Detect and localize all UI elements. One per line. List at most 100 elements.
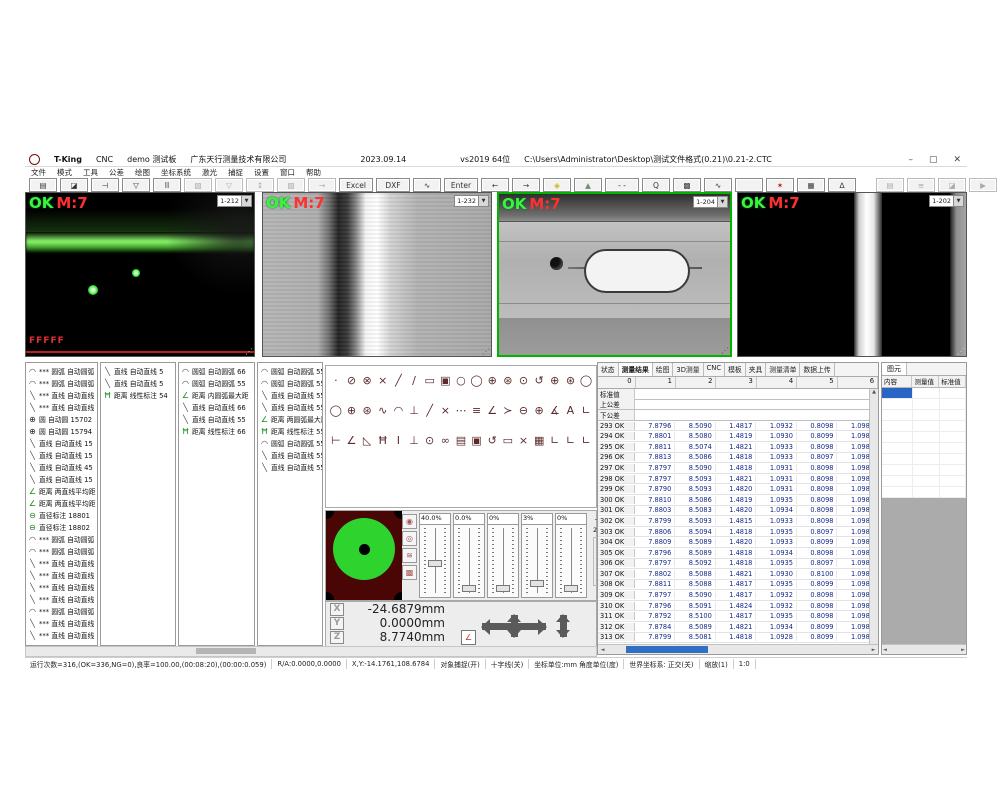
toolbox-tool-icon[interactable]: × (437, 402, 453, 418)
camera-2-range-dropdown[interactable]: 1-232▼ (454, 195, 489, 207)
toolbox-tool-icon[interactable]: ∿ (375, 402, 391, 418)
toolbox-tool-icon[interactable]: × (516, 432, 532, 448)
toolbox-tool-icon[interactable]: ∞ (437, 432, 453, 448)
chart-button[interactable]: ∆ (828, 178, 856, 192)
toolbox-tool-icon[interactable]: ╱ (422, 402, 438, 418)
toolbox-tool-icon[interactable]: ⊖ (516, 402, 532, 418)
camera-1-range-dropdown[interactable]: 1-212▼ (217, 195, 252, 207)
toolbox-tool-icon[interactable]: ◯ (578, 372, 594, 388)
measure-list-item[interactable]: ⊖直径标注 18801 (26, 509, 97, 521)
measure-list-item[interactable]: ╲直线 自动直线 55 (258, 461, 322, 473)
element-row[interactable] (882, 410, 966, 421)
column-header[interactable]: 4 (757, 377, 797, 388)
light-bulb-button[interactable]: ◈ (543, 178, 571, 192)
table-row[interactable]: 306 OK7.87978.50921.48181.09350.80971.09… (598, 559, 878, 570)
column-header[interactable]: 2 (676, 377, 716, 388)
resize-grip-icon[interactable]: ⋰ (721, 346, 729, 355)
save-button[interactable]: ▤ (29, 178, 57, 192)
measure-list-item[interactable]: ╲直线 自动直线 55 (179, 413, 254, 425)
column-header[interactable]: 5 (797, 377, 837, 388)
element-row[interactable] (882, 421, 966, 432)
save2-button[interactable]: ▤ (876, 178, 904, 192)
table-row[interactable]: 303 OK7.88068.50941.48181.09350.80971.09… (598, 527, 878, 538)
measure-list-item[interactable]: ◠*** 圆弧 自动圆弧 (26, 545, 97, 557)
measure-list-item[interactable]: ◠圆弧 自动圆弧 66 (179, 365, 254, 377)
measure-list-item[interactable]: ╲*** 直线 自动直线 (26, 569, 97, 581)
workspace-horizontal-scrollbar[interactable] (25, 646, 597, 657)
toolbox-tool-icon[interactable]: ⊙ (422, 432, 438, 448)
arrow-left-button[interactable]: ← (481, 178, 509, 192)
slider-thumb[interactable] (428, 560, 442, 567)
measure-list-item[interactable]: ∠距离 内圆弧最大距 (179, 389, 254, 401)
toolbox-tool-icon[interactable]: ▣ (469, 432, 485, 448)
toolbox-tool-icon[interactable]: ⊥ (406, 402, 422, 418)
toolbox-tool-icon[interactable]: ↺ (531, 372, 547, 388)
table-row[interactable]: 299 OK7.87908.50931.48201.09310.80981.09… (598, 484, 878, 495)
light-mini-button[interactable]: ▩ (402, 565, 417, 580)
toolbox-tool-icon[interactable]: ○ (453, 372, 469, 388)
camera-box-button[interactable]: ▨ (184, 178, 212, 192)
menu-item[interactable]: 文件 (31, 167, 46, 178)
camera-4-range-dropdown[interactable]: 1-202▼ (929, 195, 964, 207)
measure-list-item[interactable]: ◠*** 圆弧 自动圆弧 (26, 605, 97, 617)
measure-list-item[interactable]: ◠圆弧 自动圆弧 55 (258, 377, 322, 389)
results-tab[interactable]: 绘图 (653, 363, 674, 376)
menu-item[interactable]: 帮助 (306, 167, 321, 178)
measure-list-item[interactable]: ◠圆弧 自动圆弧 55 (258, 437, 322, 449)
toolbox-tool-icon[interactable]: ╱ (391, 372, 407, 388)
element-row[interactable] (882, 432, 966, 443)
measure-list-item[interactable]: ∠距离 两直线平均距 (26, 497, 97, 509)
toolbox-tool-icon[interactable]: ↺ (484, 432, 500, 448)
camera-3-range-dropdown[interactable]: 1-204▼ (693, 196, 728, 208)
toolbox-tool-icon[interactable]: ∠ (484, 402, 500, 418)
toolbox-tool-icon[interactable]: ∕ (406, 372, 422, 388)
table-row[interactable]: 305 OK7.87968.50891.48181.09340.80981.09… (598, 548, 878, 559)
measure-list-item[interactable]: Ħ距离 线性标注 54 (101, 389, 175, 401)
element-panel-scrollbar[interactable]: ◄► (882, 644, 966, 654)
resize-grip-icon[interactable]: ⋰ (245, 347, 253, 356)
toolbox-tool-icon[interactable]: ∡ (547, 402, 563, 418)
table-row[interactable]: 297 OK7.87978.50901.48181.09310.80981.09… (598, 463, 878, 474)
measure-list-item[interactable]: ╲直线 自动直线 15 (26, 437, 97, 449)
toolbox-tool-icon[interactable]: ◠ (391, 402, 407, 418)
toolbox-tool-icon[interactable]: ⊗ (359, 372, 375, 388)
enter-button[interactable]: Enter (444, 178, 478, 192)
light-channel-slider[interactable]: 0% (487, 513, 519, 598)
arrow-right-button[interactable]: → (512, 178, 540, 192)
table-row[interactable]: 310 OK7.87968.50911.48241.09320.80981.09… (598, 601, 878, 612)
scrollbar-thumb[interactable] (196, 648, 256, 654)
table-row[interactable]: 304 OK7.88098.50891.48201.09330.80991.09… (598, 537, 878, 548)
light-channel-slider[interactable]: 0% (555, 513, 587, 598)
measure-list-item[interactable]: ◠圆弧 自动圆弧 55 (258, 365, 322, 377)
chevron-down-icon[interactable]: ▼ (241, 196, 251, 206)
measure-list-item[interactable]: ╲*** 直线 自动直线 (26, 593, 97, 605)
measure-list-item[interactable]: Ħ距离 线性标注 66 (179, 425, 254, 437)
chevron-down-icon[interactable]: ▼ (953, 196, 963, 206)
toolbox-tool-icon[interactable]: ∟ (547, 432, 563, 448)
light-mini-button[interactable]: ◎ (402, 531, 417, 546)
measure-list-item[interactable]: ╲直线 自动直线 45 (26, 461, 97, 473)
column-header[interactable]: 3 (716, 377, 756, 388)
column-header[interactable]: 0 (598, 377, 636, 388)
image-button[interactable]: ▲ (574, 178, 602, 192)
toolbox-tool-icon[interactable]: ⊕ (547, 372, 563, 388)
measure-list-1[interactable]: ◠*** 圆弧 自动圆弧◠*** 圆弧 自动圆弧╲*** 直线 自动直线╲***… (25, 362, 98, 646)
light-channel-slider[interactable]: 0.0% (453, 513, 485, 598)
menu-item[interactable]: 激光 (202, 167, 217, 178)
measure-list-item[interactable]: ◠圆弧 自动圆弧 55 (179, 377, 254, 389)
element-row[interactable] (882, 487, 966, 498)
toolbox-tool-icon[interactable]: A (563, 402, 579, 418)
table-row[interactable]: 301 OK7.88038.50831.48201.09340.80981.09… (598, 506, 878, 517)
toolbox-tool-icon[interactable]: ◯ (469, 372, 485, 388)
table-row[interactable]: 300 OK7.88108.50861.48191.09350.80981.09… (598, 495, 878, 506)
measure-list-item[interactable]: ⊖直径标注 18802 (26, 521, 97, 533)
element-row[interactable] (882, 443, 966, 454)
toolbox-tool-icon[interactable]: ◯ (328, 402, 344, 418)
results-vertical-scrollbar[interactable]: ▲ (869, 389, 878, 644)
element-row[interactable] (882, 476, 966, 487)
toolbox-tool-icon[interactable]: ⊥ (406, 432, 422, 448)
toolbox-tool-icon[interactable]: ∟ (578, 432, 594, 448)
measure-list-item[interactable]: ╲*** 直线 自动直线 (26, 389, 97, 401)
toolbox-tool-icon[interactable]: ▭ (422, 372, 438, 388)
toolbox-tool-icon[interactable]: ◺ (359, 432, 375, 448)
